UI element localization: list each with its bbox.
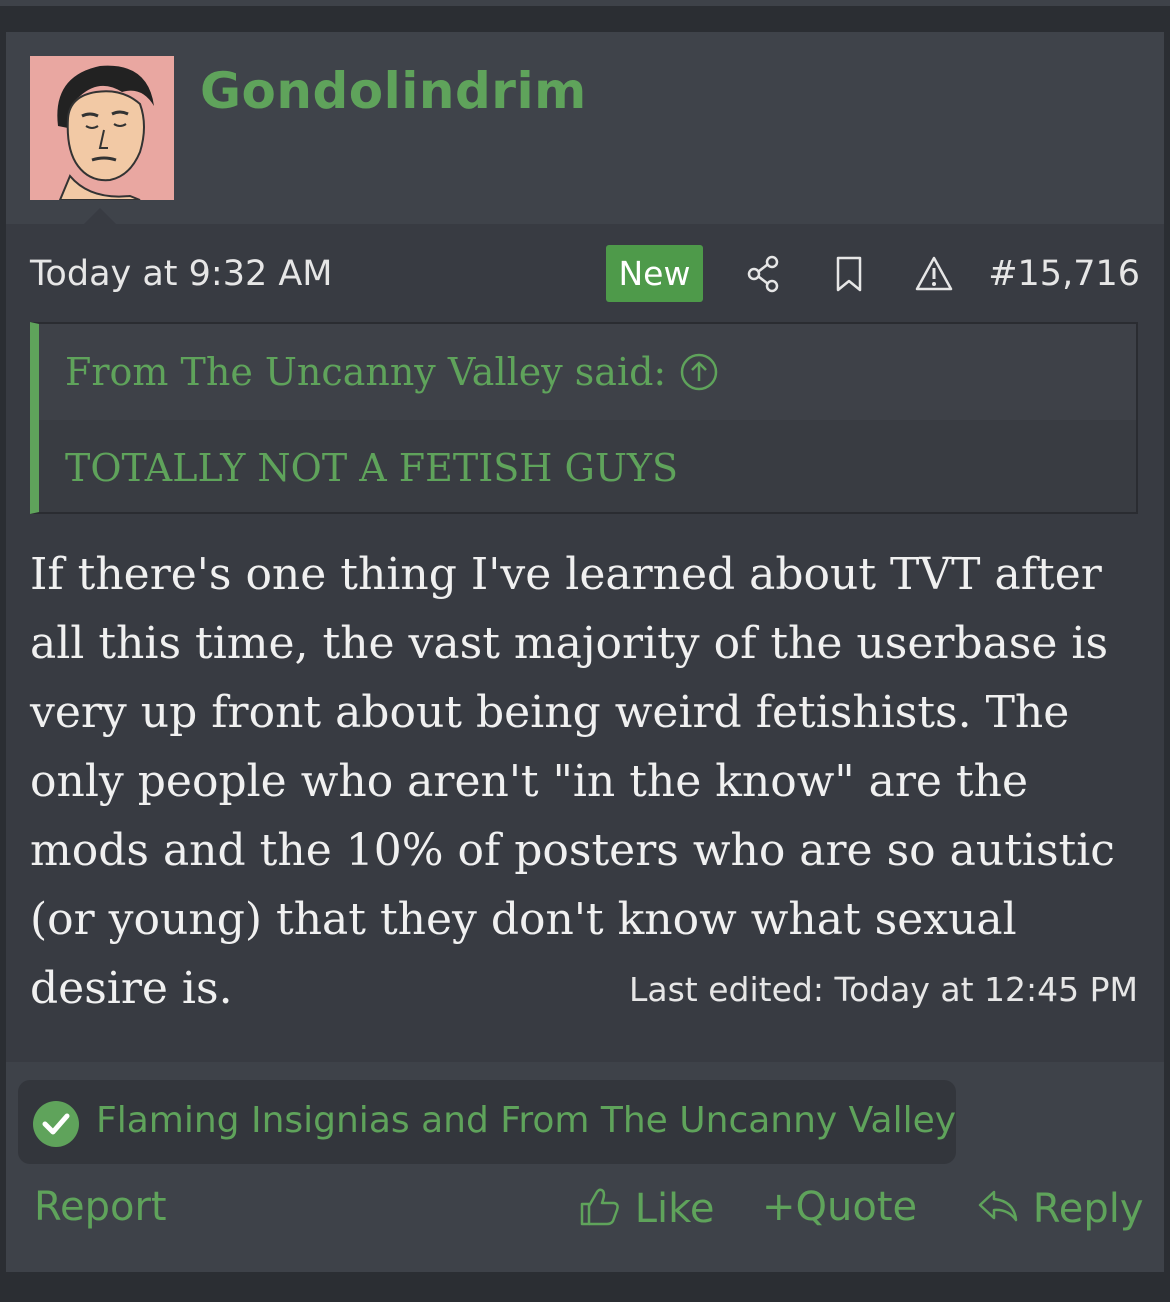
top-edge	[0, 0, 1170, 6]
post-user-header: Gondolindrim	[6, 32, 1164, 224]
post-timestamp[interactable]: Today at 9:32 AM	[30, 254, 333, 294]
check-circle-icon	[33, 1101, 79, 1147]
plus-icon: +	[762, 1184, 796, 1230]
share-icon[interactable]	[744, 254, 784, 294]
reply-label: Reply	[1032, 1186, 1144, 1232]
quote-label: Quote	[795, 1184, 918, 1230]
bookmark-icon[interactable]	[830, 254, 870, 294]
quote-block: From The Uncanny Valley said: TOTALLY NO…	[30, 322, 1138, 514]
last-edited: Last edited: Today at 12:45 PM	[629, 970, 1138, 1009]
quote-attribution[interactable]: From The Uncanny Valley said:	[65, 350, 666, 394]
username[interactable]: Gondolindrim	[200, 62, 587, 120]
thumbs-up-icon	[580, 1188, 619, 1226]
report-button[interactable]: Report	[34, 1184, 167, 1230]
post-message: If there's one thing I've learned about …	[30, 549, 1115, 1014]
like-label: Like	[634, 1186, 715, 1232]
report-label: Report	[34, 1184, 167, 1230]
new-badge: New	[606, 245, 703, 302]
quote-text: TOTALLY NOT A FETISH GUYS	[65, 446, 678, 490]
warning-icon[interactable]	[914, 254, 954, 294]
reactions-text[interactable]: Flaming Insignias and From The Uncanny V…	[96, 1100, 956, 1141]
post-number[interactable]: #15,716	[988, 254, 1140, 294]
like-button[interactable]: Like	[578, 1184, 714, 1232]
post-footer: Flaming Insignias and From The Uncanny V…	[6, 1062, 1164, 1272]
avatar-cartoon-face-icon	[30, 56, 174, 200]
arrow-up-circle-icon[interactable]	[679, 352, 719, 392]
quote-button[interactable]: +Quote	[762, 1184, 917, 1230]
reactions-bar[interactable]: Flaming Insignias and From The Uncanny V…	[18, 1080, 956, 1164]
reply-arrow-icon	[978, 1190, 1018, 1222]
avatar-pointer	[84, 208, 116, 224]
post-container: Gondolindrim Today at 9:32 AM New #15,71…	[6, 32, 1164, 1272]
quote-header: From The Uncanny Valley said:	[39, 324, 1136, 420]
user-avatar[interactable]	[30, 56, 174, 200]
reply-button[interactable]: Reply	[976, 1184, 1144, 1232]
post-meta-bar: Today at 9:32 AM New #15,716	[6, 242, 1164, 306]
